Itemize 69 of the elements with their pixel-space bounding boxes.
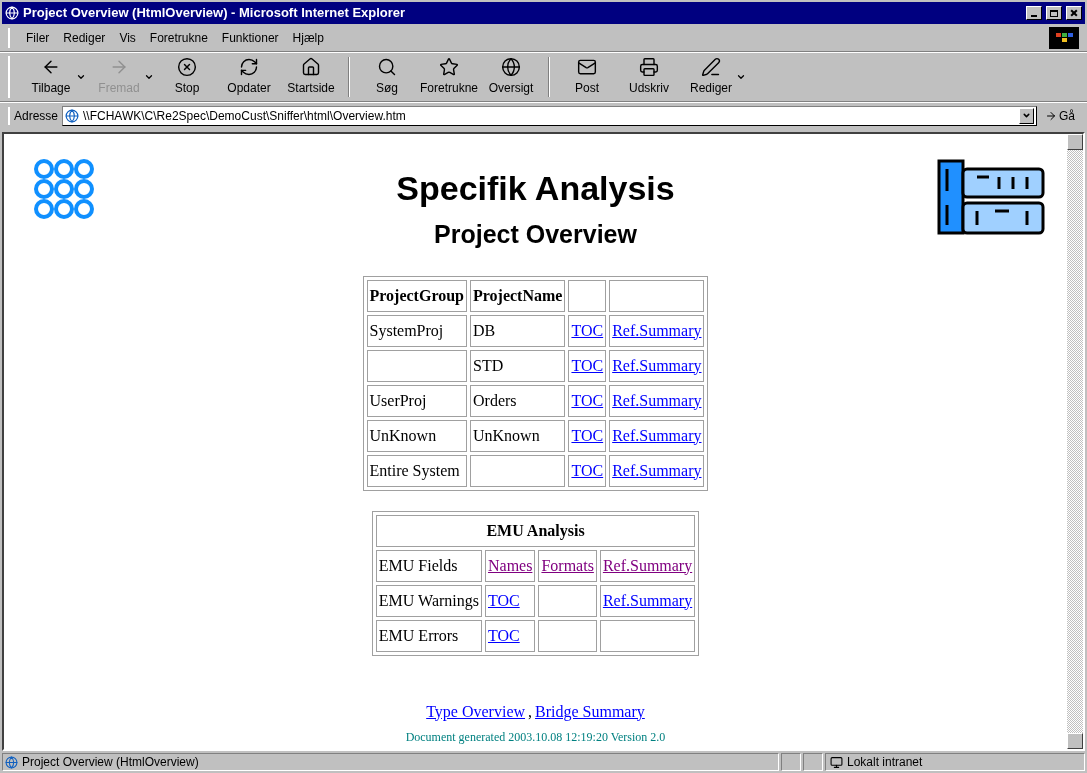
generated-note: Document generated 2003.10.08 12:19:20 Version 2.0 xyxy=(405,728,666,746)
status-panel xyxy=(803,753,823,771)
table-cell: ProjectGroup xyxy=(369,286,464,304)
address-label: Adresse xyxy=(8,106,59,125)
menu-item[interactable]: Hjælp xyxy=(292,28,324,47)
menu-item[interactable]: Funktioner xyxy=(221,28,279,47)
caret-icon xyxy=(144,72,154,82)
toolbar-button[interactable]: Tilbage xyxy=(20,56,82,98)
menu-item[interactable]: Filer xyxy=(26,28,50,47)
caret-icon xyxy=(736,72,746,82)
globe-icon xyxy=(501,57,521,77)
table-cell: Entire System xyxy=(369,461,460,479)
menu-item[interactable]: Vis xyxy=(119,28,136,47)
maximize-button[interactable] xyxy=(1046,6,1062,20)
search-icon xyxy=(377,57,397,77)
table-heading: EMU Analysis xyxy=(486,521,585,539)
page-icon xyxy=(65,108,80,123)
page-icon xyxy=(5,755,18,769)
table-cell: SystemProj xyxy=(369,321,444,339)
browser-icon xyxy=(5,6,19,20)
toolbar-button[interactable]: Oversigt xyxy=(480,56,542,98)
dropdown-button[interactable] xyxy=(1019,107,1034,124)
zone-text: Lokalt intranet xyxy=(847,754,923,771)
window-title: Project Overview (HtmlOverview) - Microsoft Internet Explorer xyxy=(23,4,407,23)
menu-item[interactable]: Rediger xyxy=(63,28,106,47)
printer-icon xyxy=(639,57,659,77)
table-cell: Orders xyxy=(473,391,517,409)
go-button[interactable]: Gå xyxy=(1041,106,1079,125)
grid-logo-icon xyxy=(34,159,94,219)
table-cell: EMU Warnings xyxy=(378,591,479,609)
toolbar-button[interactable]: Post xyxy=(556,56,618,98)
status-text: Project Overview (HtmlOverview) xyxy=(22,754,199,771)
table-cell: UnKnown xyxy=(369,426,437,444)
table-cell: UnKnown xyxy=(473,426,540,444)
page-title: Specifik Analysis xyxy=(396,168,675,208)
toolbar-button[interactable]: Udskriv xyxy=(618,56,680,98)
close-button[interactable] xyxy=(1066,6,1082,20)
table-cell: EMU Fields xyxy=(378,556,458,574)
toolbar-button[interactable]: Rediger xyxy=(680,56,742,98)
table-cell: DB xyxy=(473,321,496,339)
table-cell: ProjectName xyxy=(473,286,563,304)
footer-link[interactable]: Type Overview xyxy=(426,699,526,724)
arrow-icon xyxy=(1045,109,1057,122)
caret-icon xyxy=(76,72,86,82)
network-icon xyxy=(830,755,843,769)
separator-comma: , xyxy=(528,701,533,722)
refresh-icon xyxy=(239,57,259,77)
footer-link[interactable]: Bridge Summary xyxy=(535,699,645,724)
address-field[interactable]: \\FCHAWK\C\Re2Spec\DemoCust\Sniffer\html\Overview.htm xyxy=(62,105,1037,126)
minimize-button[interactable] xyxy=(1026,6,1042,20)
toolbar-button[interactable]: Startside xyxy=(280,56,342,98)
home-icon xyxy=(301,57,321,77)
windows-logo-icon xyxy=(1049,26,1079,49)
table-cell: UserProj xyxy=(369,391,427,409)
toolbar-button[interactable]: Foretrukne xyxy=(418,56,480,98)
toolbar-button[interactable]: Opdater xyxy=(218,56,280,98)
toolbar-button[interactable]: Søg xyxy=(356,56,418,98)
caret-icon xyxy=(1022,111,1031,120)
stop-icon xyxy=(177,57,197,77)
scrollbar[interactable] xyxy=(1067,134,1083,749)
star-icon xyxy=(439,57,459,77)
toolbar-button[interactable]: Stop xyxy=(156,56,218,98)
table-cell: STD xyxy=(473,356,504,374)
menu-item[interactable]: Foretrukne xyxy=(149,28,208,47)
pen-icon xyxy=(701,57,721,77)
mail-icon xyxy=(577,57,597,77)
page-subtitle: Project Overview xyxy=(434,219,637,250)
table-cell: EMU Errors xyxy=(378,626,459,644)
status-panel xyxy=(781,753,801,771)
